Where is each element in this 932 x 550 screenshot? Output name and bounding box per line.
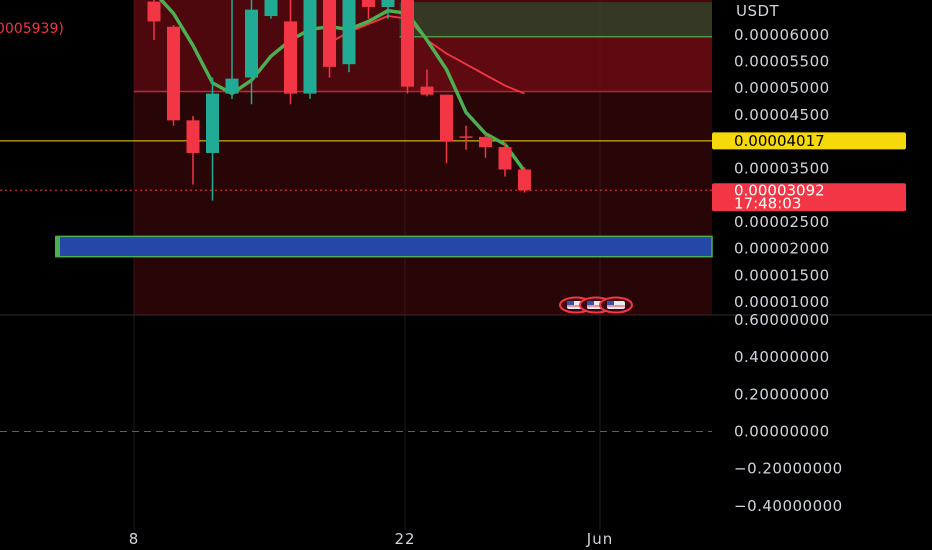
candle xyxy=(264,0,278,19)
price-tick-label: 0.00003500 xyxy=(734,159,830,177)
candle-body xyxy=(147,1,161,22)
flag-marker-canton xyxy=(567,301,574,305)
candle-body xyxy=(167,26,180,121)
oscillator-tick-label: −0.20000000 xyxy=(734,460,843,478)
candle-body xyxy=(206,93,219,153)
candle-body xyxy=(479,136,492,148)
flag-marker-canton xyxy=(607,301,614,305)
legend-value: 0005939) xyxy=(0,21,64,37)
price-tick-label: 0.00004500 xyxy=(734,106,830,124)
candle-body xyxy=(225,78,239,94)
flag-marker-canton xyxy=(587,301,594,305)
candle xyxy=(167,25,180,126)
candle xyxy=(303,0,317,99)
oscillator-tick-label: 0.40000000 xyxy=(734,348,830,366)
zones xyxy=(134,0,712,315)
support-box[interactable] xyxy=(55,235,713,258)
price-tick-label: 0.00001000 xyxy=(734,293,830,311)
candle-body xyxy=(440,94,453,142)
price-tick-label: 0.00005500 xyxy=(734,53,830,71)
chart-canvas[interactable]: 0.00006000 0.00005500 0.00005000 0.00004500… xyxy=(0,0,932,550)
candle xyxy=(323,0,336,78)
candle-body xyxy=(381,0,395,7)
time-tick-label: 22 xyxy=(394,530,415,548)
oscillator-tick-label: 0.20000000 xyxy=(734,385,830,403)
candle-body xyxy=(323,0,336,67)
candle-body xyxy=(498,147,512,170)
support-rect[interactable] xyxy=(55,235,713,258)
price-tick-label: 0.00006000 xyxy=(734,26,830,44)
candle xyxy=(342,0,356,73)
price-line-tag-label: 0.00004017 xyxy=(734,132,825,150)
price-tick-label: 0.00002500 xyxy=(734,213,830,231)
candle-body xyxy=(245,9,258,78)
currency-label: USDT xyxy=(736,2,780,20)
price-axis[interactable]: 0.00006000 0.00005500 0.00005000 0.00004500… xyxy=(712,26,906,515)
oscillator-tick-label: −0.40000000 xyxy=(734,497,843,515)
oscillator-tick-label: 0.60000000 xyxy=(734,311,830,329)
flag-marker-icon[interactable] xyxy=(599,296,633,314)
oscillator-tick-label: 0.00000000 xyxy=(734,423,830,441)
countdown-label: 17:48:03 xyxy=(734,194,801,212)
candle-body xyxy=(420,86,434,95)
time-tick-label: Jun xyxy=(586,530,613,548)
time-tick-label: 8 xyxy=(129,530,140,548)
candle xyxy=(401,0,414,94)
price-tick-label: 0.00005000 xyxy=(734,79,830,97)
time-axis[interactable]: 8 22 Jun xyxy=(129,530,613,548)
candle-body xyxy=(303,0,317,94)
candle-body xyxy=(186,120,200,153)
candle-body xyxy=(401,0,414,87)
price-tick-label: 0.00001500 xyxy=(734,266,830,284)
candle xyxy=(518,167,531,193)
event-markers[interactable] xyxy=(559,296,633,314)
candle-body xyxy=(518,169,531,191)
candle-body xyxy=(284,21,297,94)
candle-body xyxy=(264,0,278,17)
support-handle[interactable] xyxy=(55,236,60,257)
zone-rect xyxy=(399,36,712,92)
candle-body xyxy=(362,0,375,7)
price-tick-label: 0.00002000 xyxy=(734,240,830,258)
candle-body xyxy=(459,136,473,138)
zone-rect xyxy=(399,2,712,37)
candle-body xyxy=(342,0,356,65)
